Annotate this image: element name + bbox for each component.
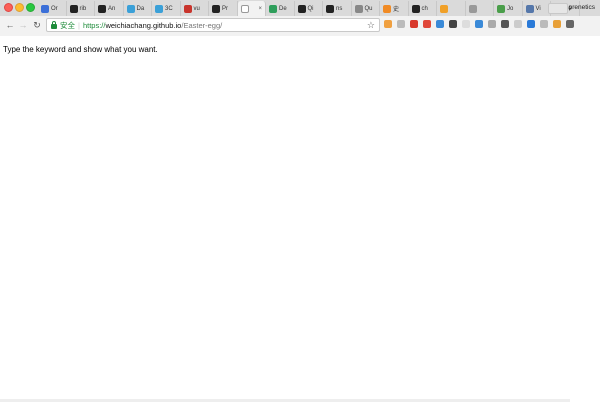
extensions-bar [384,20,574,28]
orange-square-icon [383,4,391,13]
map-icon [497,4,505,13]
tab-strip: OrribAnDa3CvuPr×DeQinsQu史chJoViwe prenet… [0,0,600,16]
tab-label: Vi [535,5,541,12]
tab-15[interactable] [466,1,494,16]
data-icon [155,4,163,13]
tab-11[interactable]: Qu [352,1,380,16]
face-icon [354,4,363,13]
tabs-container: OrribAnDa3CvuPr×DeQinsQu史chJoViwe [38,1,580,16]
url-scheme: https:// [82,20,106,30]
github-icon [297,4,306,13]
red-square-icon [183,4,192,13]
tab-label: 史 [393,7,400,13]
github-icon [69,4,78,13]
tab-17[interactable]: Vi [523,1,551,16]
opera-icon[interactable] [423,20,431,28]
tab-10[interactable]: ns [323,1,352,16]
tab-13[interactable]: ch [409,1,437,16]
url-host: weichiachang.github.io [105,20,182,30]
chrome-icon[interactable] [553,20,561,28]
lock-icon [51,20,57,29]
blue-square-icon[interactable] [527,20,535,28]
page-content: Type the keyword and show what you want. [0,37,600,402]
tab-9[interactable]: Qi [295,1,323,16]
tab-4[interactable]: 3C [152,1,181,16]
maximize-window-button[interactable] [26,3,35,12]
page-message: Type the keyword and show what you want. [3,45,158,54]
url-path: /Easter-egg/ [181,20,223,30]
bracket-icon [468,4,477,13]
pen-icon[interactable] [449,20,457,28]
toolbar: ← → ↻ 安全 | https:// weichiachang.github.… [0,16,600,36]
tab-label: De [279,5,287,12]
orange-c-icon [440,4,448,13]
tab-6[interactable]: Pr [209,1,238,16]
reload-icon[interactable]: ↻ [31,19,43,31]
tab-8[interactable]: De [266,1,295,16]
v-icon [41,4,49,13]
tab-label: ns [336,5,343,12]
infinity-icon[interactable] [397,20,405,28]
tab-label: An [108,5,116,12]
github-icon [411,4,420,13]
tab-label: Qi [307,5,314,12]
tab-label: 3C [165,5,173,12]
profile-button[interactable]: prenetics [566,2,598,13]
tab-label: rib [79,5,87,12]
address-bar[interactable]: 安全 | https:// weichiachang.github.io /Ea… [46,18,380,32]
tab-2[interactable]: An [95,1,124,16]
divider: | [78,20,80,30]
tab-label: Da [136,5,145,12]
round-icon[interactable] [501,20,509,28]
back-icon[interactable]: ← [4,19,16,31]
menu-icon[interactable] [566,20,574,28]
github-icon [212,4,220,13]
close-window-button[interactable] [4,3,13,12]
github-icon [98,4,106,13]
tab-5[interactable]: vu [181,1,209,16]
tab-3[interactable]: Da [124,1,152,16]
tab-12[interactable]: 史 [380,1,409,16]
data-icon [126,4,135,13]
blank-page-icon [240,4,249,13]
tab-1[interactable]: rib [67,1,95,16]
tab-16[interactable]: Jo [494,1,523,16]
red-badge-icon[interactable] [410,20,418,28]
tab-label: Pr [222,5,228,12]
block-icon[interactable] [540,20,548,28]
tab-label: Or [51,5,58,12]
image-icon [525,4,534,13]
tab-label: vu [193,5,200,12]
forward-icon[interactable]: → [17,19,29,31]
bookmark-star-icon[interactable]: ☆ [367,20,375,31]
tab-label: Qu [364,5,373,12]
gear-icon[interactable] [488,20,496,28]
lines-icon[interactable] [462,20,470,28]
tab-7[interactable]: × [237,1,266,16]
minimize-window-button[interactable] [15,3,24,12]
fish-icon[interactable] [384,20,392,28]
tab-label: Jo [507,5,514,12]
browser-chrome: OrribAnDa3CvuPr×DeQinsQu史chJoViwe prenet… [0,0,600,36]
v-icon[interactable] [475,20,483,28]
close-tab-icon[interactable]: × [258,6,262,12]
swirl-icon[interactable] [436,20,444,28]
tab-label: ch [421,5,428,12]
cloud-icon [269,4,277,13]
square-icon[interactable] [514,20,522,28]
tab-14[interactable] [437,1,466,16]
github-icon [326,4,334,13]
secure-label: 安全 [60,20,75,30]
tab-0[interactable]: Or [38,1,67,16]
